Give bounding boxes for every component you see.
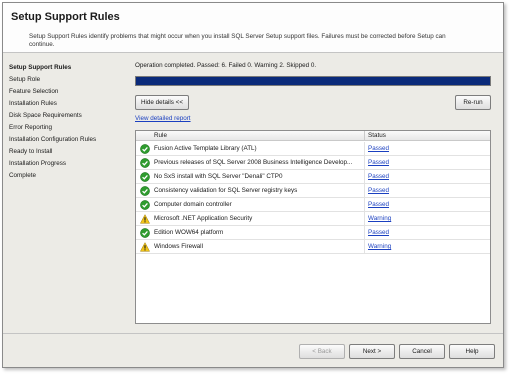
rule-name: Consistency validation for SQL Server re… [154,187,298,194]
rule-status-link[interactable]: Passed [368,173,389,180]
page-description: Setup Support Rules identify problems th… [29,33,446,48]
rule-name: Previous releases of SQL Server 2008 Bus… [154,159,353,166]
warning-icon [140,242,150,252]
rule-name: Microsoft .NET Application Security [154,215,253,222]
passed-check-icon [140,186,150,196]
wizard-footer: < Back Next > Cancel Help [3,333,503,367]
rule-status-link[interactable]: Passed [368,187,389,194]
warning-icon [140,214,150,224]
column-divider [364,212,365,226]
column-header-status[interactable]: Status [368,132,386,139]
rule-name: Computer domain controller [154,201,232,208]
sidebar-item-setup-support-rules[interactable]: Setup Support Rules [9,64,71,71]
progress-bar [135,76,491,86]
table-row: Consistency validation for SQL Server re… [136,184,490,198]
column-divider [364,170,365,184]
rules-table-header: Rule Status [136,131,490,141]
progress-bar-fill [136,77,490,85]
cancel-button[interactable]: Cancel [399,344,445,359]
rule-status-link[interactable]: Passed [368,159,389,166]
passed-check-icon [140,158,150,168]
passed-check-icon [140,144,150,154]
sidebar-item-setup-role[interactable]: Setup Role [9,76,40,83]
table-row: Microsoft .NET Application Security Warn… [136,212,490,226]
column-header-rule[interactable]: Rule [154,132,167,139]
column-divider [364,240,365,254]
table-row: No SxS install with SQL Server "Denali" … [136,170,490,184]
table-row: Previous releases of SQL Server 2008 Bus… [136,156,490,170]
rule-name: Fusion Active Template Library (ATL) [154,145,257,152]
view-detailed-report-link[interactable]: View detailed report [135,115,191,122]
next-button[interactable]: Next > [349,344,395,359]
sidebar-item-complete[interactable]: Complete [9,172,36,179]
page-title: Setup Support Rules [11,11,120,23]
table-row: Windows Firewall Warning [136,240,490,254]
table-row: Fusion Active Template Library (ATL) Pas… [136,142,490,156]
column-divider [364,198,365,212]
sidebar-item-installation-progress[interactable]: Installation Progress [9,160,66,167]
rule-status-link[interactable]: Warning [368,243,391,250]
rules-table: Rule Status Fusion Active Template Libra… [135,130,491,324]
column-divider [364,142,365,156]
page-header: Setup Support Rules Setup Support Rules … [3,3,503,53]
setup-window: Setup Support Rules Setup Support Rules … [2,2,504,368]
table-row: Edition WOW64 platform Passed [136,226,490,240]
sidebar-item-installation-rules[interactable]: Installation Rules [9,100,57,107]
rule-status-link[interactable]: Passed [368,145,389,152]
table-row: Computer domain controller Passed [136,198,490,212]
passed-check-icon [140,228,150,238]
sidebar-item-ready-to-install[interactable]: Ready to Install [9,148,52,155]
hide-details-button[interactable]: Hide details << [135,95,189,110]
rule-name: Edition WOW64 platform [154,229,224,236]
help-button[interactable]: Help [449,344,495,359]
column-divider [364,226,365,240]
column-divider [364,131,365,141]
rerun-button[interactable]: Re-run [455,95,491,110]
column-divider [364,184,365,198]
rule-name: Windows Firewall [154,243,203,250]
rule-status-link[interactable]: Passed [368,201,389,208]
sidebar-item-feature-selection[interactable]: Feature Selection [9,88,58,95]
sidebar-item-disk-space[interactable]: Disk Space Requirements [9,112,82,119]
operation-status-text: Operation completed. Passed: 6. Failed 0… [135,62,317,69]
column-divider [364,156,365,170]
back-button[interactable]: < Back [299,344,345,359]
main-content: Operation completed. Passed: 6. Failed 0… [129,54,495,333]
rule-status-link[interactable]: Passed [368,229,389,236]
steps-sidebar: Setup Support Rules Setup Role Feature S… [3,54,127,333]
passed-check-icon [140,172,150,182]
sidebar-item-installation-configuration-rules[interactable]: Installation Configuration Rules [9,136,96,143]
passed-check-icon [140,200,150,210]
rule-name: No SxS install with SQL Server "Denali" … [154,173,283,180]
sidebar-item-error-reporting[interactable]: Error Reporting [9,124,52,131]
rule-status-link[interactable]: Warning [368,215,391,222]
